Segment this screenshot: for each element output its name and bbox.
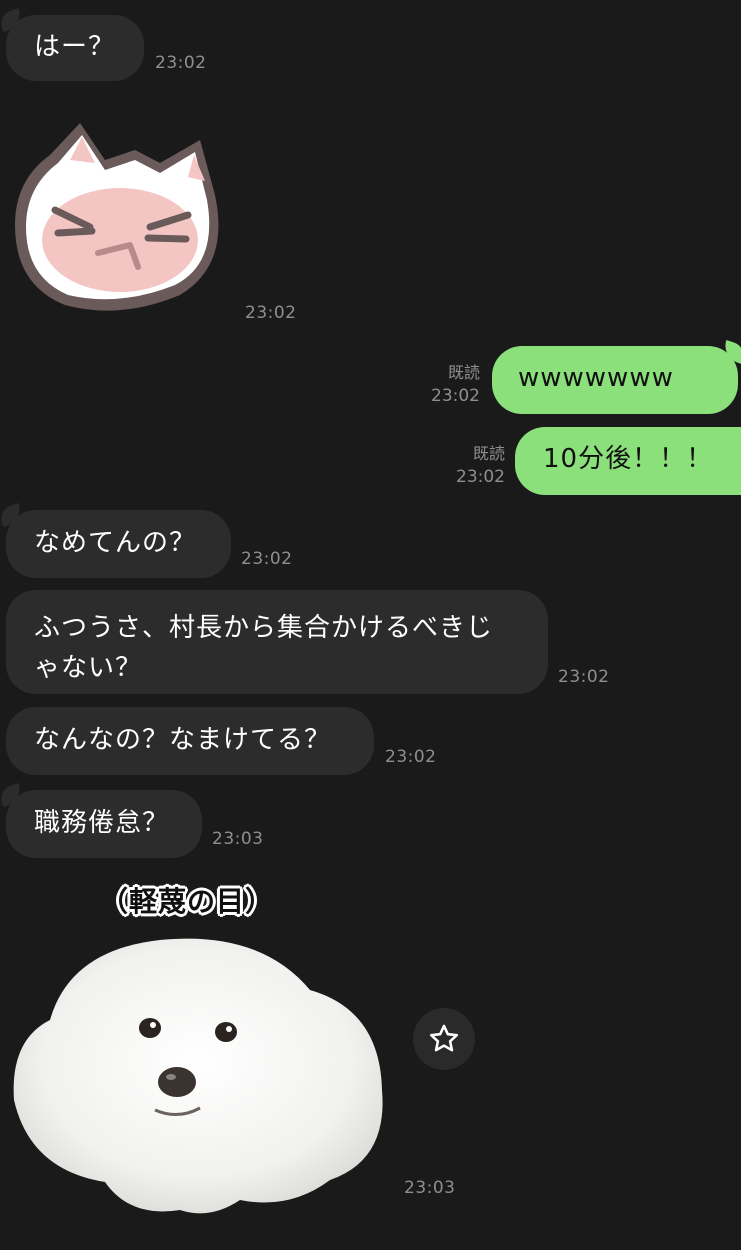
message-time: 23:02 — [245, 303, 297, 323]
favorite-button[interactable] — [413, 1008, 475, 1070]
dog-sticker-image — [13, 938, 383, 1214]
sticker-caption: （軽蔑の目） — [100, 885, 275, 918]
message-time: 23:02 — [558, 667, 610, 687]
cat-sticker[interactable] — [10, 115, 230, 320]
message-text: 職務倦怠？ — [34, 808, 170, 838]
cat-sticker-image — [15, 123, 219, 311]
message-time: 23:02 — [155, 53, 207, 73]
message-bubble[interactable]: なんなの？なまけてる？ — [6, 707, 374, 775]
message-text-line: ゃない？ — [34, 653, 143, 683]
message-time: 23:03 — [404, 1178, 456, 1198]
message-bubble[interactable]: wwwwwww — [492, 346, 738, 414]
message-time: 23:02 — [431, 386, 480, 407]
message-time: 23:02 — [456, 467, 505, 488]
message-bubble[interactable]: ふつうさ、村長から集合かけるべきじ ゃない？ — [6, 590, 548, 694]
message-text: 10分後！！！ — [543, 444, 714, 474]
read-label: 既読 — [447, 363, 480, 382]
message-text-line: ふつうさ、村長から集合かけるべきじ — [34, 613, 494, 643]
read-receipt: 既読 23:02 — [420, 361, 480, 409]
message-bubble[interactable]: はー？ — [6, 15, 144, 81]
message-time: 23:02 — [241, 549, 293, 569]
message-time: 23:03 — [212, 829, 264, 849]
dog-sticker[interactable]: （軽蔑の目） — [10, 870, 390, 1214]
read-receipt: 既読 23:02 — [445, 442, 505, 490]
read-label: 既読 — [472, 444, 505, 463]
message-text: なんなの？なまけてる？ — [34, 725, 332, 755]
star-icon — [429, 1024, 459, 1052]
message-time: 23:02 — [385, 747, 437, 767]
message-bubble[interactable]: 10分後！！！ — [515, 427, 741, 495]
message-bubble[interactable]: なめてんの？ — [6, 510, 231, 578]
message-bubble[interactable]: 職務倦怠？ — [6, 790, 202, 858]
message-text: wwwwwww — [518, 363, 674, 393]
message-text: なめてんの？ — [34, 528, 197, 558]
message-text: はー？ — [34, 32, 116, 62]
